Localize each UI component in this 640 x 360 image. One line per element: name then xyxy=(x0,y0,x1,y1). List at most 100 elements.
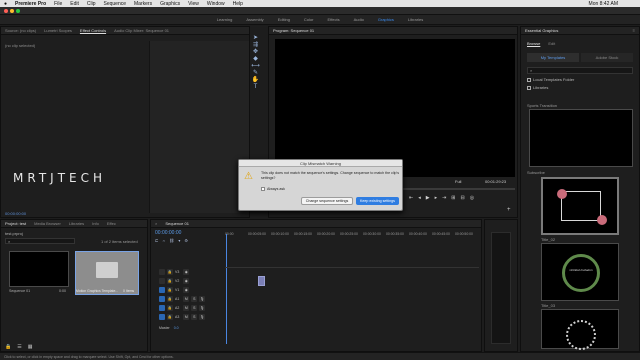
mute-icon[interactable]: M xyxy=(183,305,190,311)
razor-tool-icon[interactable]: ◆ xyxy=(252,55,259,62)
mic-icon[interactable]: 🎙 xyxy=(199,305,206,311)
tab-sequence-01[interactable]: Sequence 01 xyxy=(165,221,189,226)
template-search-input[interactable]: ⌕ xyxy=(527,67,633,74)
lock-icon[interactable]: 🔒 xyxy=(167,314,173,320)
mark-in-icon[interactable]: ⇤ xyxy=(409,195,413,201)
menu-clip[interactable]: Clip xyxy=(87,1,96,7)
fit-dropdown[interactable]: Full xyxy=(455,179,461,184)
sports-transition-thumb[interactable] xyxy=(529,109,633,167)
always-ask-checkbox[interactable]: Always ask xyxy=(261,187,285,191)
tab-media-browser[interactable]: Media Browser xyxy=(34,221,61,226)
menu-file[interactable]: File xyxy=(54,1,62,7)
hand-tool-icon[interactable]: ✋ xyxy=(252,76,259,83)
solo-icon[interactable]: S xyxy=(191,305,198,311)
tab-libraries[interactable]: Libraries xyxy=(69,221,84,226)
solo-icon[interactable]: S xyxy=(191,296,198,302)
title-02-thumb[interactable]: Untitled Invitation xyxy=(541,243,619,301)
source-patch[interactable] xyxy=(159,287,165,293)
tab-effects[interactable]: Effec xyxy=(107,221,116,226)
playhead[interactable] xyxy=(226,234,227,344)
mute-icon[interactable]: M xyxy=(183,296,190,302)
menu-help[interactable]: Help xyxy=(233,1,243,7)
workspace-effects[interactable]: Effects xyxy=(327,17,339,22)
dragged-clip[interactable] xyxy=(258,276,265,286)
workspace-libraries[interactable]: Libraries xyxy=(408,17,423,22)
source-patch[interactable] xyxy=(159,314,165,320)
selection-tool-icon[interactable]: ➤ xyxy=(252,34,259,41)
source-patch[interactable] xyxy=(159,305,165,311)
tab-effect-controls[interactable]: Effect Controls xyxy=(80,28,106,33)
minimize-window-icon[interactable] xyxy=(10,9,14,13)
timeline-timecode[interactable]: 00:00:00:00 xyxy=(155,230,181,236)
workspace-assembly[interactable]: Assembly xyxy=(246,17,263,22)
program-video-frame[interactable] xyxy=(275,39,515,177)
pen-tool-icon[interactable]: ✎ xyxy=(252,69,259,76)
menu-view[interactable]: View xyxy=(188,1,199,7)
overwrite-icon[interactable]: ⊟ xyxy=(461,195,465,201)
workspace-color[interactable]: Color xyxy=(304,17,314,22)
tab-project[interactable]: Project: test xyxy=(5,221,26,226)
workspace-graphics[interactable]: Graphics xyxy=(378,17,394,22)
project-search-input[interactable]: ⌕ xyxy=(5,238,75,244)
eye-icon[interactable]: ◉ xyxy=(183,278,190,284)
mute-icon[interactable]: M xyxy=(183,314,190,320)
source-patch[interactable] xyxy=(159,269,165,275)
workspace-audio[interactable]: Audio xyxy=(354,17,364,22)
type-tool-icon[interactable]: T xyxy=(252,83,259,90)
essential-graphics-title[interactable]: Essential Graphics xyxy=(525,28,558,33)
panel-menu-icon[interactable]: ≡ xyxy=(633,28,635,33)
master-value[interactable]: 0.0 xyxy=(174,326,179,330)
add-marker-icon[interactable]: ▾ xyxy=(178,238,180,243)
source-patch[interactable] xyxy=(159,296,165,302)
solo-icon[interactable]: S xyxy=(191,314,198,320)
zoom-window-icon[interactable] xyxy=(16,9,20,13)
linked-selection-icon[interactable]: ⛓ xyxy=(169,238,174,243)
lock-icon[interactable]: 🔒 xyxy=(167,296,173,302)
libraries-dropdown[interactable]: Libraries xyxy=(527,85,617,90)
play-icon[interactable]: ▶ xyxy=(426,195,430,201)
my-templates-button[interactable]: My Templates xyxy=(527,53,579,62)
settings-wrench-icon[interactable]: ⚙ xyxy=(184,238,188,243)
eye-icon[interactable]: ◉ xyxy=(183,269,190,275)
subscribe-thumb[interactable] xyxy=(541,177,619,235)
time-ruler[interactable]: 00:00 00:00:05:00 00:00:10:00 00:00:15:0… xyxy=(225,232,479,242)
apple-icon[interactable]: ● xyxy=(4,1,7,7)
keep-settings-button[interactable]: Keep existing settings xyxy=(356,197,399,205)
lock-icon[interactable]: 🔒 xyxy=(167,305,173,311)
close-window-icon[interactable] xyxy=(4,9,8,13)
lock-icon[interactable]: 🔒 xyxy=(5,344,11,350)
menu-markers[interactable]: Markers xyxy=(134,1,152,7)
list-view-icon[interactable]: ☰ xyxy=(17,344,21,350)
sequence-thumb[interactable] xyxy=(9,251,69,287)
close-tab-icon[interactable]: × xyxy=(155,221,157,226)
icon-view-icon[interactable]: ▦ xyxy=(28,344,33,350)
menu-window[interactable]: Window xyxy=(207,1,225,7)
tab-audio-clip-mixer[interactable]: Audio Clip Mixer: Sequence 01 xyxy=(114,28,169,33)
snap-icon[interactable]: ∩ xyxy=(162,238,165,243)
tab-browse[interactable]: Browse xyxy=(527,41,540,46)
slip-tool-icon[interactable]: ⟷ xyxy=(251,62,260,69)
app-menu[interactable]: Premiere Pro xyxy=(15,1,46,7)
tab-info[interactable]: Info xyxy=(92,221,99,226)
step-back-icon[interactable]: ◂ xyxy=(418,195,421,201)
tab-edit[interactable]: Edit xyxy=(548,41,555,46)
insert-icon[interactable]: ⊞ xyxy=(451,195,455,201)
workspace-learning[interactable]: Learning xyxy=(217,17,233,22)
mark-out-icon[interactable]: ⇥ xyxy=(442,195,446,201)
local-templates-checkbox[interactable]: Local Templates Folder xyxy=(527,77,574,82)
change-sequence-button[interactable]: Change sequence settings xyxy=(301,197,353,205)
eye-icon[interactable]: ◉ xyxy=(183,287,190,293)
lock-icon[interactable]: 🔒 xyxy=(167,269,173,275)
tab-source[interactable]: Source: (no clips) xyxy=(5,28,36,33)
track-select-tool-icon[interactable]: ⇶ xyxy=(252,41,259,48)
lock-icon[interactable]: 🔒 xyxy=(167,287,173,293)
title-03-thumb[interactable] xyxy=(541,309,619,350)
program-monitor-title[interactable]: Program: Sequence 01 xyxy=(273,28,314,33)
export-frame-icon[interactable]: ◎ xyxy=(470,195,474,201)
nest-icon[interactable]: ⊏ xyxy=(155,238,158,243)
menu-edit[interactable]: Edit xyxy=(70,1,79,7)
lock-icon[interactable]: 🔒 xyxy=(167,278,173,284)
workspace-editing[interactable]: Editing xyxy=(278,17,290,22)
tab-lumetri-scopes[interactable]: Lumetri Scopes xyxy=(44,28,72,33)
adobe-stock-button[interactable]: Adobe Stock xyxy=(581,53,633,62)
